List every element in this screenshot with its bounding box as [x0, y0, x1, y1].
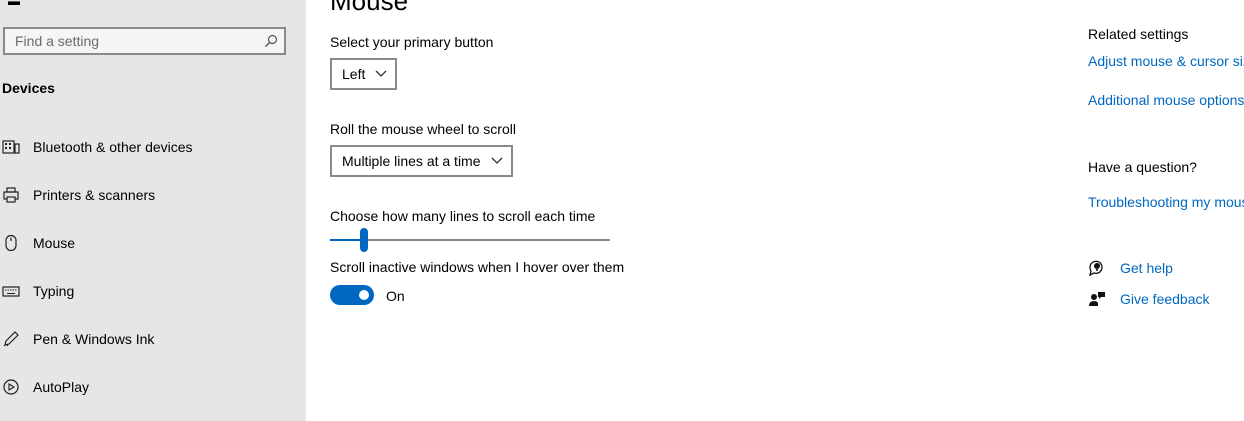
- sidebar-item-mouse[interactable]: Mouse: [0, 223, 306, 263]
- back-icon[interactable]: ▬: [8, 0, 20, 8]
- primary-button-label: Select your primary button: [330, 34, 494, 50]
- section-title: Devices: [2, 80, 55, 96]
- sidebar-item-typing[interactable]: Typing: [0, 271, 306, 311]
- get-help-label: Get help: [1120, 260, 1173, 276]
- wheel-scroll-value: Multiple lines at a time: [342, 153, 481, 169]
- sidebar-item-label: Printers & scanners: [33, 187, 156, 203]
- toggle-knob: [359, 290, 369, 300]
- give-feedback-link[interactable]: Give feedback: [1088, 290, 1210, 308]
- printer-icon: [2, 186, 20, 204]
- feedback-icon: [1089, 292, 1105, 306]
- sidebar-item-pen[interactable]: Pen & Windows Ink: [0, 319, 306, 359]
- slider-fill: [330, 239, 364, 241]
- sidebar-item-label: Bluetooth & other devices: [33, 139, 193, 155]
- sidebar: ▬ Devices Bluetooth & other devices: [0, 0, 306, 421]
- sidebar-item-autoplay[interactable]: AutoPlay: [0, 367, 306, 407]
- additional-mouse-options-link[interactable]: Additional mouse options: [1088, 92, 1244, 108]
- wheel-scroll-dropdown[interactable]: Multiple lines at a time: [330, 145, 513, 177]
- sidebar-item-label: AutoPlay: [33, 379, 90, 395]
- search-box[interactable]: [3, 27, 286, 55]
- page-title: Mouse: [330, 0, 409, 16]
- sidebar-item-printers[interactable]: Printers & scanners: [0, 175, 306, 215]
- sidebar-item-label: Typing: [33, 283, 75, 299]
- chevron-down-icon: [375, 70, 387, 77]
- give-feedback-label: Give feedback: [1120, 291, 1210, 307]
- search-input[interactable]: [5, 29, 265, 53]
- chevron-down-icon: [491, 157, 502, 164]
- mouse-icon: [2, 234, 20, 252]
- help-chat-icon: [1089, 260, 1103, 277]
- primary-button-value: Left: [342, 66, 366, 82]
- autoplay-icon: [2, 378, 20, 396]
- related-settings-heading: Related settings: [1088, 26, 1189, 42]
- pen-icon: [2, 330, 20, 348]
- sidebar-item-bluetooth[interactable]: Bluetooth & other devices: [0, 127, 306, 167]
- primary-button-dropdown[interactable]: Left: [330, 58, 398, 90]
- lines-slider[interactable]: [330, 228, 610, 252]
- sidebar-item-label: Mouse: [33, 235, 76, 251]
- inactive-scroll-toggle[interactable]: [330, 285, 374, 305]
- troubleshooting-link[interactable]: Troubleshooting my mouse: [1088, 194, 1244, 210]
- inactive-scroll-label: Scroll inactive windows when I hover ove…: [330, 259, 625, 275]
- wheel-scroll-label: Roll the mouse wheel to scroll: [330, 121, 516, 137]
- get-help-link[interactable]: Get help: [1088, 259, 1173, 277]
- sidebar-item-label: Pen & Windows Ink: [33, 331, 155, 347]
- slider-thumb[interactable]: [359, 228, 368, 252]
- keyboard-icon: [2, 282, 20, 300]
- lines-slider-label: Choose how many lines to scroll each tim…: [330, 208, 596, 224]
- toggle-state-label: On: [386, 288, 405, 304]
- search-icon[interactable]: [264, 34, 278, 48]
- slider-track: [330, 239, 610, 241]
- bluetooth-devices-icon: [2, 138, 20, 156]
- adjust-cursor-size-link[interactable]: Adjust mouse & cursor size: [1088, 53, 1244, 69]
- question-heading: Have a question?: [1088, 159, 1197, 175]
